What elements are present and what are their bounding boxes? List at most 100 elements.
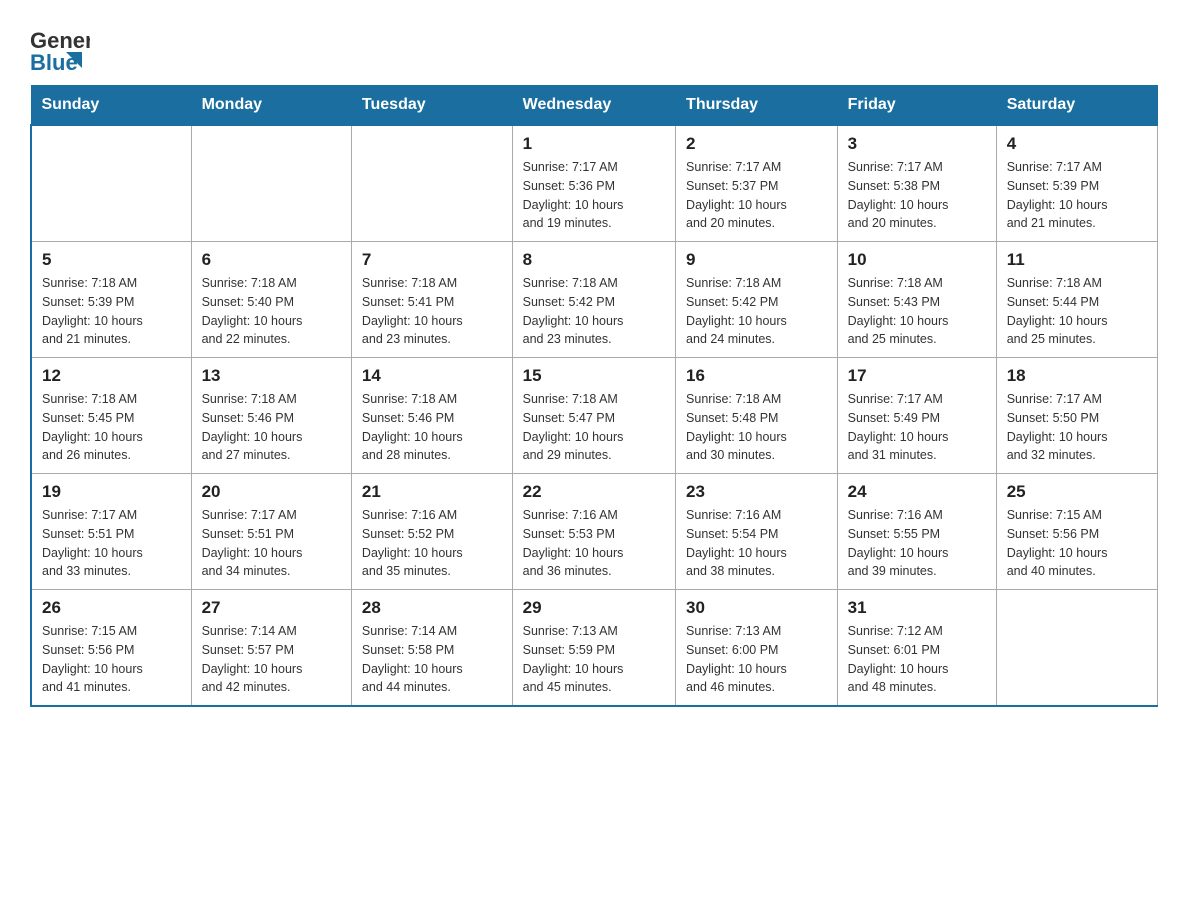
- calendar-cell: 3 Sunrise: 7:17 AM Sunset: 5:38 PM Daylig…: [837, 125, 996, 242]
- day-number: 31: [848, 598, 986, 618]
- calendar-cell: 29Sunrise: 7:13 AM Sunset: 5:59 PM Dayli…: [512, 590, 675, 707]
- day-info: Sunrise: 7:18 AM Sunset: 5:48 PM Dayligh…: [686, 390, 827, 465]
- calendar-cell: 30 Sunrise: 7:13 AM Sunset: 6:00 PM Dayli…: [676, 590, 838, 707]
- day-info: Sunrise: 7:14 AM Sunset: 5:57 PM Dayligh…: [202, 622, 341, 697]
- day-number: 26: [42, 598, 181, 618]
- day-header-monday: Monday: [191, 86, 351, 126]
- logo: General Blue: [30, 20, 90, 75]
- day-number: 14: [362, 366, 502, 386]
- calendar-cell: 6 Sunrise: 7:18 AM Sunset: 5:40 PM Daylig…: [191, 242, 351, 358]
- day-number: 21: [362, 482, 502, 502]
- calendar-cell: 5 Sunrise: 7:18 AM Sunset: 5:39 PM Daylig…: [31, 242, 191, 358]
- day-number: 1: [523, 134, 665, 154]
- calendar-cell: [351, 125, 512, 242]
- day-header-tuesday: Tuesday: [351, 86, 512, 126]
- day-number: 3: [848, 134, 986, 154]
- week-row-2: 5 Sunrise: 7:18 AM Sunset: 5:39 PM Daylig…: [31, 242, 1158, 358]
- calendar-cell: 14 Sunrise: 7:18 AM Sunset: 5:46 PM Dayli…: [351, 358, 512, 474]
- days-of-week-row: SundayMondayTuesdayWednesdayThursdayFrid…: [31, 86, 1158, 126]
- day-info: Sunrise: 7:14 AM Sunset: 5:58 PM Dayligh…: [362, 622, 502, 697]
- week-row-3: 12Sunrise: 7:18 AM Sunset: 5:45 PM Dayli…: [31, 358, 1158, 474]
- day-info: Sunrise: 7:18 AM Sunset: 5:43 PM Dayligh…: [848, 274, 986, 349]
- day-number: 18: [1007, 366, 1147, 386]
- day-info: Sunrise: 7:16 AM Sunset: 5:53 PM Dayligh…: [523, 506, 665, 581]
- day-info: Sunrise: 7:18 AM Sunset: 5:42 PM Dayligh…: [686, 274, 827, 349]
- day-number: 30: [686, 598, 827, 618]
- day-number: 23: [686, 482, 827, 502]
- day-info: Sunrise: 7:18 AM Sunset: 5:44 PM Dayligh…: [1007, 274, 1147, 349]
- day-info: Sunrise: 7:18 AM Sunset: 5:46 PM Dayligh…: [202, 390, 341, 465]
- day-number: 19: [42, 482, 181, 502]
- day-info: Sunrise: 7:17 AM Sunset: 5:39 PM Dayligh…: [1007, 158, 1147, 233]
- day-info: Sunrise: 7:18 AM Sunset: 5:41 PM Dayligh…: [362, 274, 502, 349]
- calendar-cell: 21Sunrise: 7:16 AM Sunset: 5:52 PM Dayli…: [351, 474, 512, 590]
- day-info: Sunrise: 7:18 AM Sunset: 5:42 PM Dayligh…: [523, 274, 665, 349]
- week-row-5: 26 Sunrise: 7:15 AM Sunset: 5:56 PM Dayli…: [31, 590, 1158, 707]
- day-header-thursday: Thursday: [676, 86, 838, 126]
- day-info: Sunrise: 7:15 AM Sunset: 5:56 PM Dayligh…: [1007, 506, 1147, 581]
- calendar-cell: 18 Sunrise: 7:17 AM Sunset: 5:50 PM Dayli…: [996, 358, 1157, 474]
- day-info: Sunrise: 7:17 AM Sunset: 5:50 PM Dayligh…: [1007, 390, 1147, 465]
- day-number: 11: [1007, 250, 1147, 270]
- day-info: Sunrise: 7:12 AM Sunset: 6:01 PM Dayligh…: [848, 622, 986, 697]
- calendar-cell: 20 Sunrise: 7:17 AM Sunset: 5:51 PM Dayli…: [191, 474, 351, 590]
- calendar-cell: 25 Sunrise: 7:15 AM Sunset: 5:56 PM Dayli…: [996, 474, 1157, 590]
- calendar-cell: 2 Sunrise: 7:17 AM Sunset: 5:37 PM Daylig…: [676, 125, 838, 242]
- calendar-cell: 9 Sunrise: 7:18 AM Sunset: 5:42 PM Daylig…: [676, 242, 838, 358]
- calendar-cell: 15Sunrise: 7:18 AM Sunset: 5:47 PM Dayli…: [512, 358, 675, 474]
- day-info: Sunrise: 7:18 AM Sunset: 5:45 PM Dayligh…: [42, 390, 181, 465]
- calendar-cell: 11 Sunrise: 7:18 AM Sunset: 5:44 PM Dayli…: [996, 242, 1157, 358]
- calendar-cell: [31, 125, 191, 242]
- day-info: Sunrise: 7:17 AM Sunset: 5:51 PM Dayligh…: [42, 506, 181, 581]
- day-info: Sunrise: 7:17 AM Sunset: 5:36 PM Dayligh…: [523, 158, 665, 233]
- day-info: Sunrise: 7:15 AM Sunset: 5:56 PM Dayligh…: [42, 622, 181, 697]
- day-info: Sunrise: 7:18 AM Sunset: 5:40 PM Dayligh…: [202, 274, 341, 349]
- day-number: 4: [1007, 134, 1147, 154]
- day-info: Sunrise: 7:18 AM Sunset: 5:46 PM Dayligh…: [362, 390, 502, 465]
- logo-icon: General Blue: [30, 20, 90, 75]
- day-number: 6: [202, 250, 341, 270]
- calendar-cell: 13 Sunrise: 7:18 AM Sunset: 5:46 PM Dayli…: [191, 358, 351, 474]
- calendar-cell: 28Sunrise: 7:14 AM Sunset: 5:58 PM Dayli…: [351, 590, 512, 707]
- calendar-cell: 4 Sunrise: 7:17 AM Sunset: 5:39 PM Daylig…: [996, 125, 1157, 242]
- day-info: Sunrise: 7:16 AM Sunset: 5:54 PM Dayligh…: [686, 506, 827, 581]
- calendar-cell: 16 Sunrise: 7:18 AM Sunset: 5:48 PM Dayli…: [676, 358, 838, 474]
- calendar-cell: 7Sunrise: 7:18 AM Sunset: 5:41 PM Daylig…: [351, 242, 512, 358]
- day-number: 5: [42, 250, 181, 270]
- calendar-cell: 8Sunrise: 7:18 AM Sunset: 5:42 PM Daylig…: [512, 242, 675, 358]
- day-info: Sunrise: 7:17 AM Sunset: 5:38 PM Dayligh…: [848, 158, 986, 233]
- day-info: Sunrise: 7:17 AM Sunset: 5:51 PM Dayligh…: [202, 506, 341, 581]
- calendar-cell: 22 Sunrise: 7:16 AM Sunset: 5:53 PM Dayli…: [512, 474, 675, 590]
- day-header-saturday: Saturday: [996, 86, 1157, 126]
- day-number: 15: [523, 366, 665, 386]
- day-number: 20: [202, 482, 341, 502]
- day-number: 25: [1007, 482, 1147, 502]
- day-number: 2: [686, 134, 827, 154]
- day-number: 24: [848, 482, 986, 502]
- day-number: 22: [523, 482, 665, 502]
- calendar-cell: 10 Sunrise: 7:18 AM Sunset: 5:43 PM Dayli…: [837, 242, 996, 358]
- day-number: 16: [686, 366, 827, 386]
- day-info: Sunrise: 7:17 AM Sunset: 5:37 PM Dayligh…: [686, 158, 827, 233]
- week-row-4: 19 Sunrise: 7:17 AM Sunset: 5:51 PM Dayli…: [31, 474, 1158, 590]
- calendar-cell: [996, 590, 1157, 707]
- calendar-cell: [191, 125, 351, 242]
- page-header: General Blue: [30, 20, 1158, 75]
- day-info: Sunrise: 7:17 AM Sunset: 5:49 PM Dayligh…: [848, 390, 986, 465]
- day-number: 29: [523, 598, 665, 618]
- calendar-cell: 31 Sunrise: 7:12 AM Sunset: 6:01 PM Dayli…: [837, 590, 996, 707]
- day-header-friday: Friday: [837, 86, 996, 126]
- day-number: 10: [848, 250, 986, 270]
- calendar-cell: 1 Sunrise: 7:17 AM Sunset: 5:36 PM Daylig…: [512, 125, 675, 242]
- day-info: Sunrise: 7:18 AM Sunset: 5:39 PM Dayligh…: [42, 274, 181, 349]
- day-header-sunday: Sunday: [31, 86, 191, 126]
- day-info: Sunrise: 7:16 AM Sunset: 5:55 PM Dayligh…: [848, 506, 986, 581]
- day-number: 13: [202, 366, 341, 386]
- day-number: 9: [686, 250, 827, 270]
- calendar-cell: 19 Sunrise: 7:17 AM Sunset: 5:51 PM Dayli…: [31, 474, 191, 590]
- calendar-body: 1 Sunrise: 7:17 AM Sunset: 5:36 PM Daylig…: [31, 125, 1158, 706]
- calendar-cell: 27Sunrise: 7:14 AM Sunset: 5:57 PM Dayli…: [191, 590, 351, 707]
- calendar-table: SundayMondayTuesdayWednesdayThursdayFrid…: [30, 85, 1158, 707]
- day-info: Sunrise: 7:13 AM Sunset: 6:00 PM Dayligh…: [686, 622, 827, 697]
- calendar-cell: 26 Sunrise: 7:15 AM Sunset: 5:56 PM Dayli…: [31, 590, 191, 707]
